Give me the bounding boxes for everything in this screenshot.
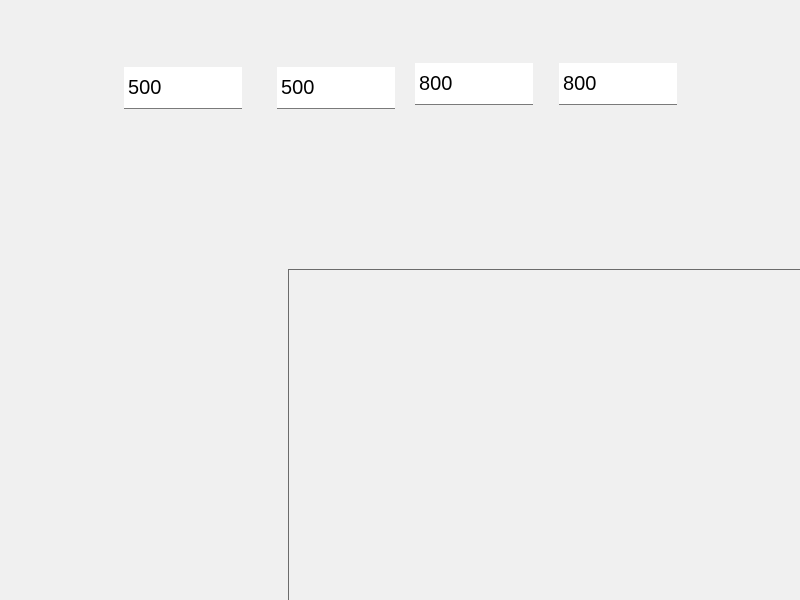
number-input-2[interactable] bbox=[277, 67, 395, 109]
number-input-4[interactable] bbox=[559, 63, 677, 105]
drawing-canvas[interactable] bbox=[288, 269, 800, 600]
number-input-1[interactable] bbox=[124, 67, 242, 109]
app-window bbox=[0, 0, 800, 600]
number-input-3[interactable] bbox=[415, 63, 533, 105]
